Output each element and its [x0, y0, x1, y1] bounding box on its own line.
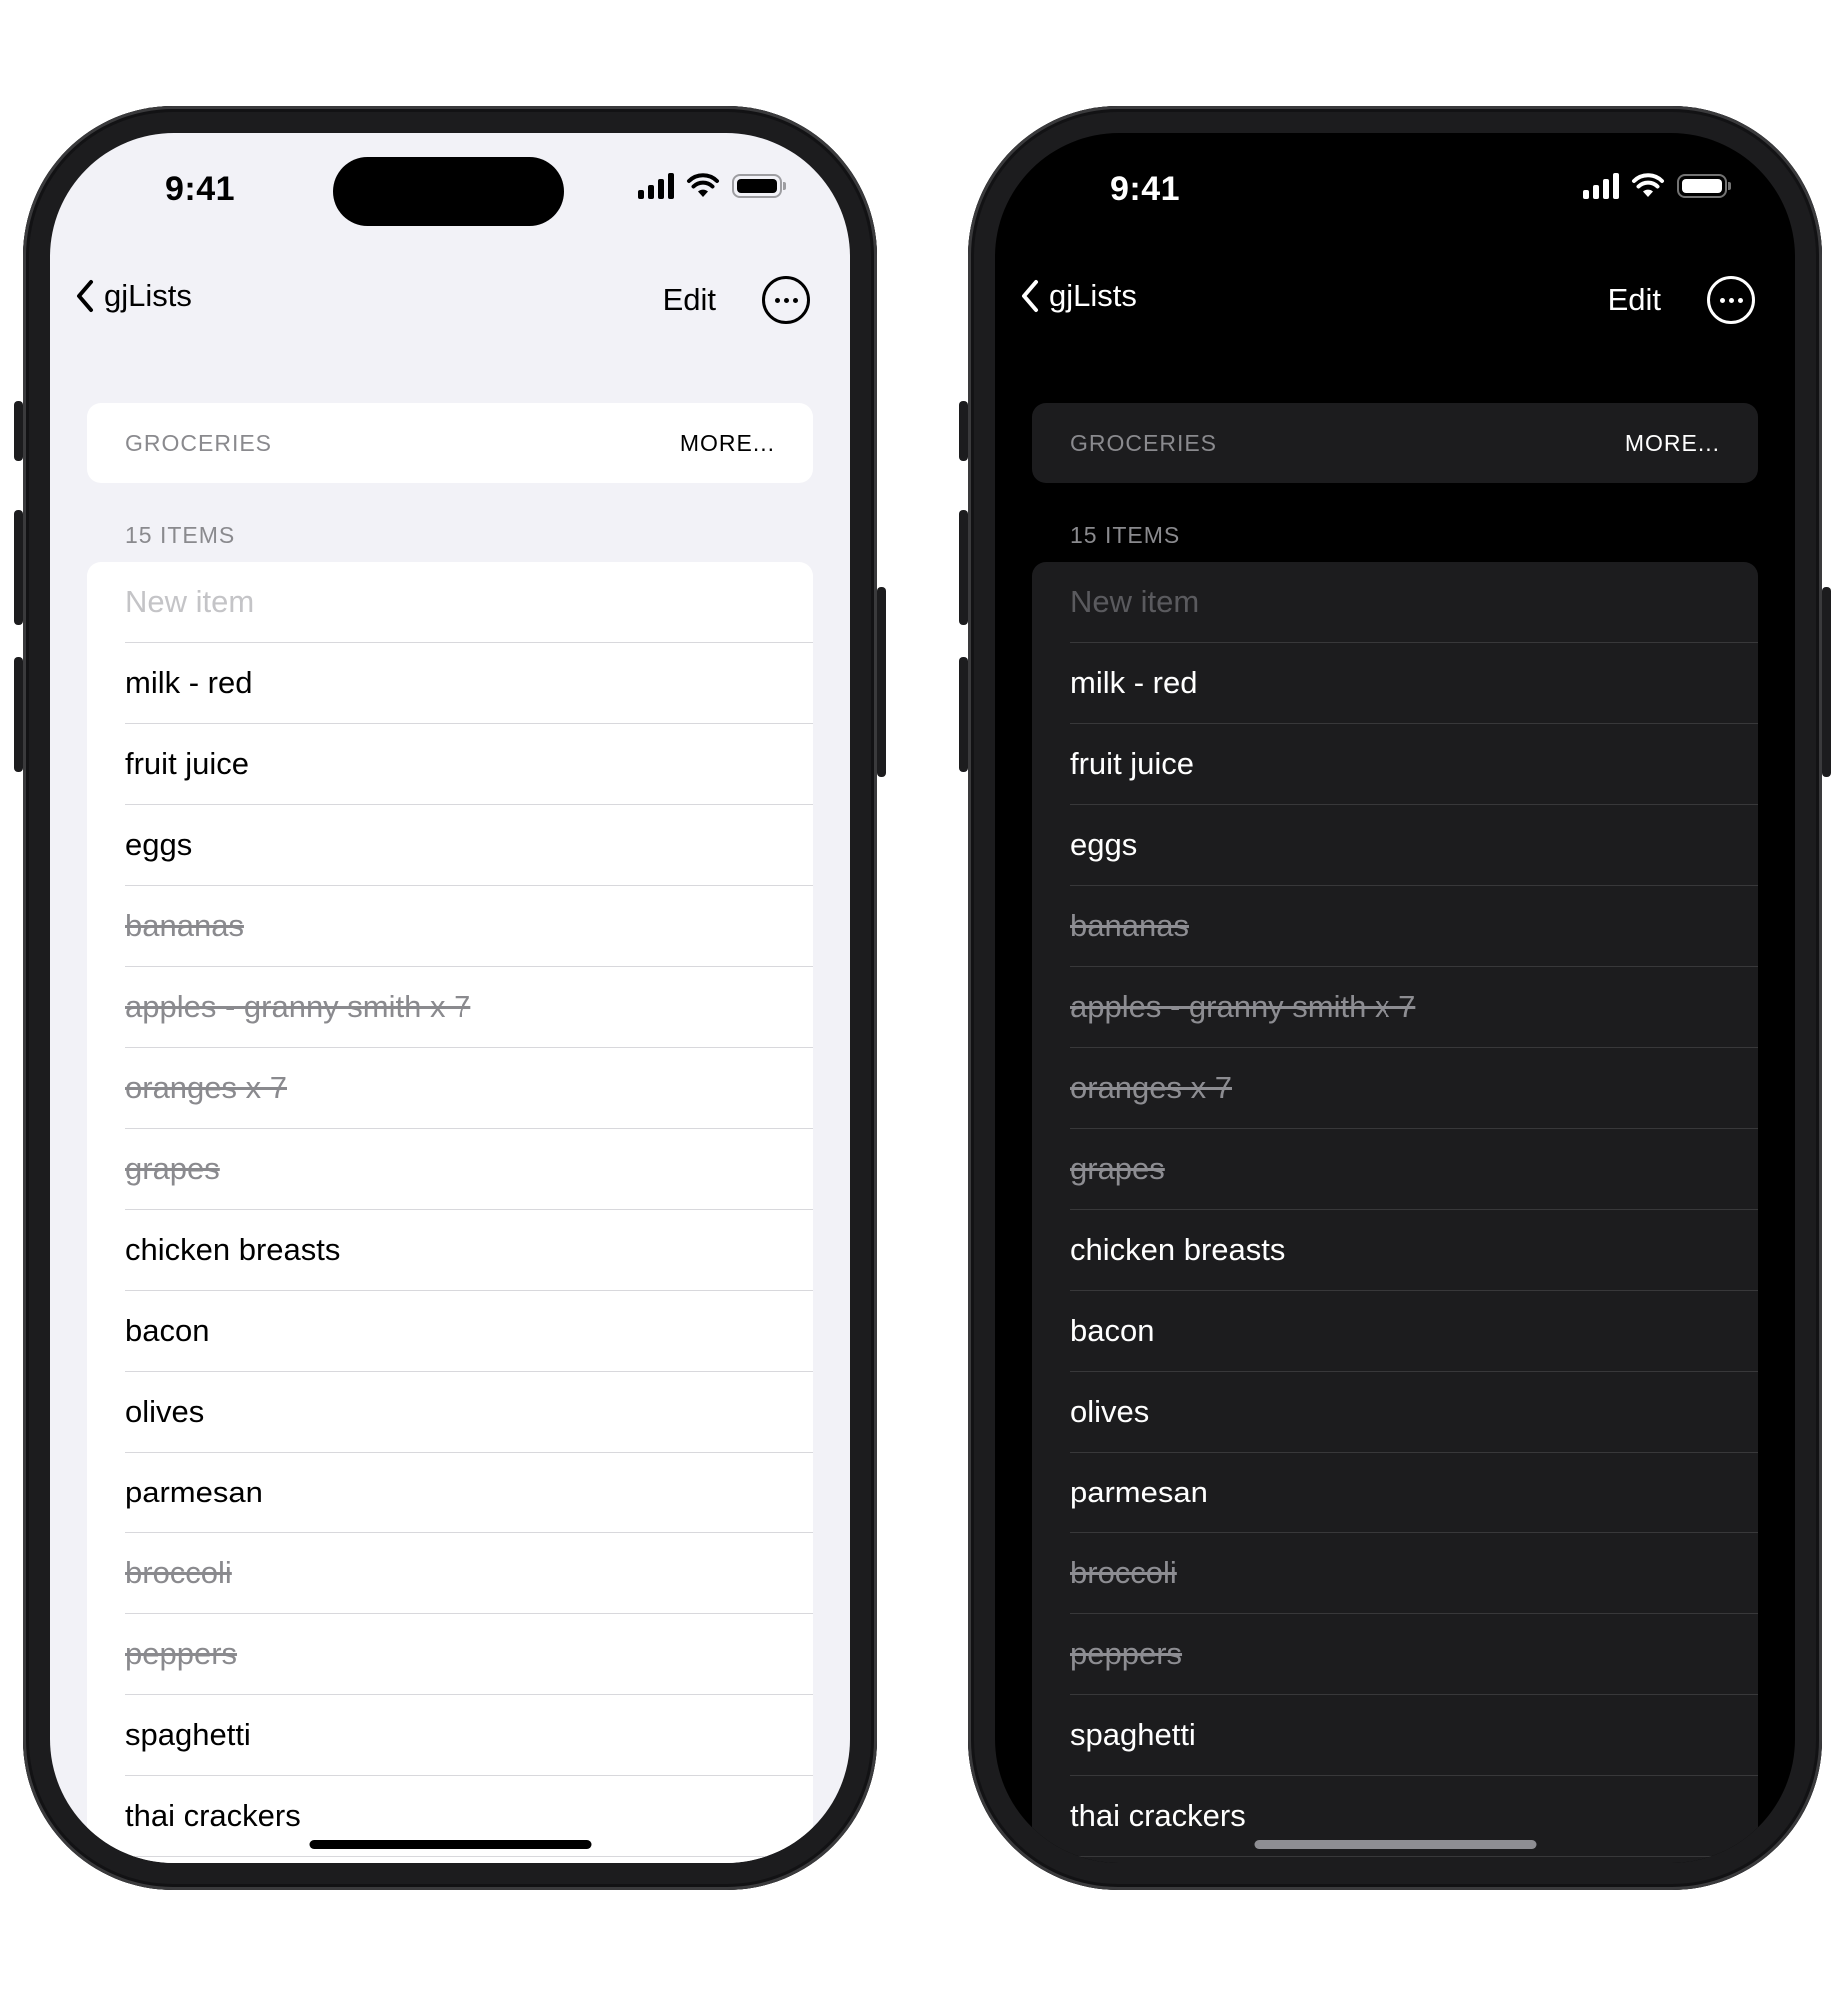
- ellipsis-circle-icon[interactable]: [762, 276, 810, 324]
- navigation-bar: gjLists Edit: [995, 268, 1795, 338]
- list-item-completed[interactable]: grapes: [1070, 1129, 1758, 1210]
- items-list: New item milk - red fruit juice eggs ban…: [87, 562, 813, 1863]
- status-bar: 9:41: [50, 133, 850, 263]
- list-item[interactable]: spaghetti: [1070, 1695, 1758, 1776]
- chevron-left-icon: [1022, 280, 1038, 312]
- list-item[interactable]: fruit juice: [125, 724, 813, 805]
- list-item[interactable]: bacon: [1070, 1291, 1758, 1372]
- dynamic-island: [333, 157, 564, 226]
- list-item-completed[interactable]: apples - granny smith x 7: [125, 967, 813, 1048]
- list-item[interactable]: olives: [1070, 1372, 1758, 1453]
- status-bar: 9:41: [995, 133, 1795, 263]
- list-item[interactable]: eggs: [125, 805, 813, 886]
- volume-up-button: [14, 510, 23, 625]
- list-item-completed[interactable]: broccoli: [125, 1533, 813, 1614]
- iphone-dark: 9:41 gjLists Edit GROCERIES MORE... 15 I…: [959, 106, 1831, 1890]
- wifi-icon: [687, 173, 719, 197]
- volume-up-button: [959, 510, 968, 625]
- items-list: New item milk - red fruit juice eggs ban…: [1032, 562, 1758, 1863]
- status-time: 9:41: [1110, 170, 1181, 208]
- item-count-label: 15 ITEMS: [1070, 522, 1181, 548]
- list-item[interactable]: parmesan: [1070, 1453, 1758, 1533]
- battery-icon: [732, 174, 786, 198]
- list-item[interactable]: bacon: [125, 1291, 813, 1372]
- back-button[interactable]: gjLists: [74, 278, 192, 314]
- chevron-left-icon: [77, 280, 93, 312]
- list-title: GROCERIES: [125, 429, 273, 456]
- action-button: [14, 401, 23, 461]
- back-button[interactable]: gjLists: [1019, 278, 1137, 314]
- back-label: gjLists: [1049, 278, 1137, 313]
- more-button[interactable]: MORE...: [1625, 430, 1720, 457]
- cellular-signal-icon: [1583, 173, 1619, 199]
- list-item-completed[interactable]: peppers: [125, 1614, 813, 1695]
- screen: 9:41 gjLists Edit GROCERIES MORE... 15 I…: [995, 133, 1795, 1863]
- list-item-completed[interactable]: grapes: [125, 1129, 813, 1210]
- volume-down-button: [959, 657, 968, 772]
- wifi-icon: [1632, 173, 1664, 197]
- list-item[interactable]: milk - red: [1070, 643, 1758, 724]
- new-item-input[interactable]: New item: [125, 562, 813, 643]
- list-header-card: GROCERIES MORE...: [87, 403, 813, 483]
- status-icons: [1583, 173, 1731, 199]
- list-item-completed[interactable]: bananas: [125, 886, 813, 967]
- list-item-completed[interactable]: oranges x 7: [125, 1048, 813, 1129]
- list-item-completed[interactable]: broccoli: [1070, 1533, 1758, 1614]
- list-item-completed[interactable]: bananas: [1070, 886, 1758, 967]
- new-item-input[interactable]: New item: [1070, 562, 1758, 643]
- edit-button[interactable]: Edit: [1608, 282, 1661, 318]
- list-item-completed[interactable]: oranges x 7: [1070, 1048, 1758, 1129]
- list-item[interactable]: fruit juice: [1070, 724, 1758, 805]
- battery-icon: [1677, 174, 1731, 198]
- item-count-label: 15 ITEMS: [125, 522, 236, 548]
- list-title: GROCERIES: [1070, 429, 1218, 456]
- navigation-bar: gjLists Edit: [50, 268, 850, 338]
- list-item[interactable]: chicken breasts: [125, 1210, 813, 1291]
- status-time: 9:41: [165, 170, 236, 208]
- list-item[interactable]: chicken breasts: [1070, 1210, 1758, 1291]
- list-item[interactable]: spaghetti: [125, 1695, 813, 1776]
- home-indicator[interactable]: [1254, 1840, 1536, 1849]
- cellular-signal-icon: [638, 173, 674, 199]
- screen: 9:41 gjLists Edit GROCERIES MORE... 15 I…: [50, 133, 850, 1863]
- list-item[interactable]: parmesan: [125, 1453, 813, 1533]
- back-label: gjLists: [104, 278, 192, 313]
- list-item-completed[interactable]: apples - granny smith x 7: [1070, 967, 1758, 1048]
- dynamic-island: [1278, 157, 1509, 226]
- action-button: [959, 401, 968, 461]
- list-item-completed[interactable]: peppers: [1070, 1614, 1758, 1695]
- iphone-light: 9:41 gjLists Edit GROCERIES MORE... 15 I…: [14, 106, 886, 1890]
- list-item[interactable]: milk - red: [125, 643, 813, 724]
- home-indicator[interactable]: [309, 1840, 591, 1849]
- list-item[interactable]: eggs: [1070, 805, 1758, 886]
- status-icons: [638, 173, 786, 199]
- more-button[interactable]: MORE...: [680, 430, 775, 457]
- volume-down-button: [14, 657, 23, 772]
- power-button: [877, 587, 886, 777]
- edit-button[interactable]: Edit: [663, 282, 716, 318]
- ellipsis-circle-icon[interactable]: [1707, 276, 1755, 324]
- power-button: [1822, 587, 1831, 777]
- list-item[interactable]: olives: [125, 1372, 813, 1453]
- list-header-card: GROCERIES MORE...: [1032, 403, 1758, 483]
